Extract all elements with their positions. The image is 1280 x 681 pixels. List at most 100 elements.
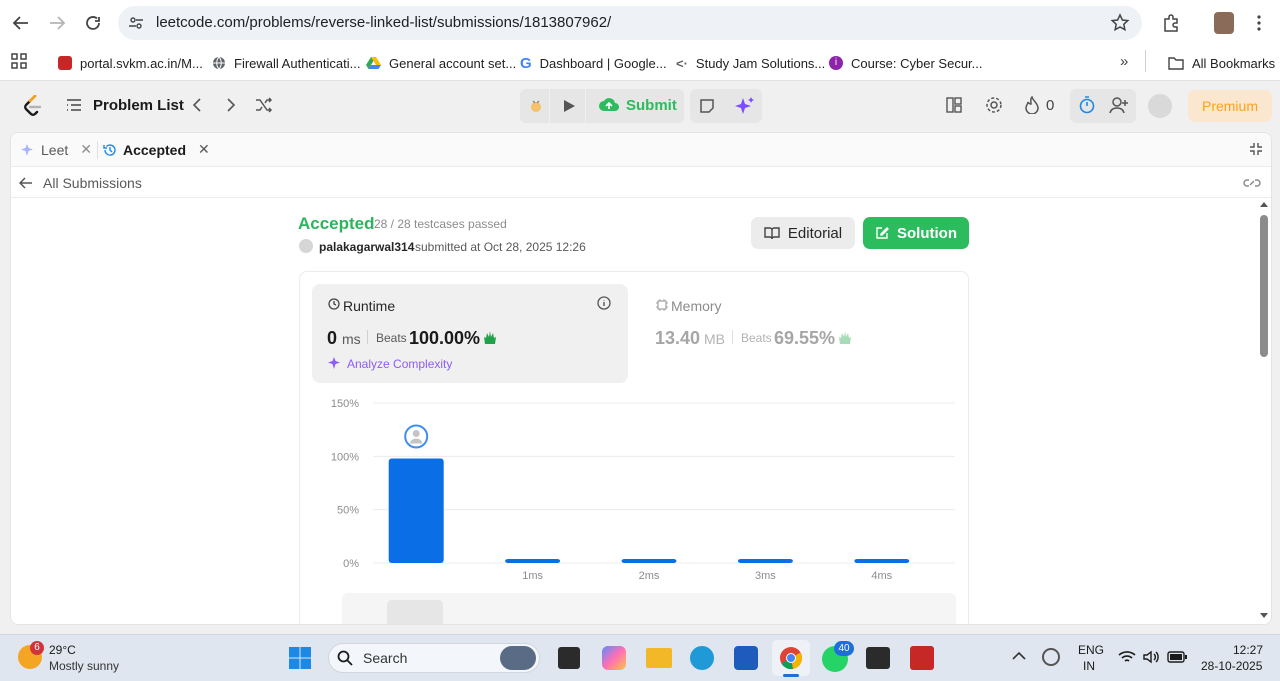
chart-bar[interactable] [737,559,793,563]
language-bottom[interactable]: IN [1083,659,1095,673]
all-submissions-link[interactable]: All Submissions [19,175,142,191]
scrollbar[interactable] [1257,199,1271,624]
profile-avatar[interactable] [1214,12,1234,34]
chevron-up-icon[interactable] [1012,651,1026,661]
celebrate-hands-icon [837,330,853,346]
debug-icon[interactable] [528,98,544,114]
terminal-icon[interactable] [866,647,890,669]
run-play-icon[interactable] [562,98,576,114]
leetcode-logo-icon[interactable] [22,95,42,117]
runtime-distribution-chart[interactable]: 150% 100% 50% 0% 1ms 2ms 3ms 4ms [311,389,961,581]
active-indicator [783,674,799,677]
bookmark-star-icon[interactable] [1110,13,1130,33]
runtime-unit: ms [342,331,361,347]
chart-bar[interactable] [854,559,910,563]
edge-icon[interactable] [690,646,714,670]
add-friend-icon[interactable] [1109,96,1129,114]
browser-menu-icon[interactable] [1254,14,1264,32]
next-problem-icon[interactable] [224,97,238,113]
tab-accepted[interactable]: Accepted ✕ [103,141,210,158]
divider [732,330,733,344]
testcases-passed: 28 / 28 testcases passed [374,217,507,231]
tab-leet[interactable]: Leet ✕ [21,141,92,158]
apps-grid-icon[interactable] [10,52,28,70]
ai-sparkle-icon[interactable] [735,96,755,116]
task-view-icon[interactable] [558,647,580,669]
submission-panel: Leet ✕ Accepted ✕ All Submissions Accept… [10,132,1272,625]
language-top[interactable]: ENG [1078,643,1104,657]
chart-y-tick-label: 0% [343,558,359,570]
prev-problem-icon[interactable] [190,97,204,113]
portal-icon [58,56,72,70]
bookmark-general-account[interactable]: General account set... [366,52,516,74]
back-arrow-icon[interactable] [12,14,30,32]
notes-icon[interactable] [699,98,715,114]
memory-chip-icon [656,299,668,311]
reload-icon[interactable] [84,14,102,32]
site-info-icon[interactable] [128,15,144,31]
copilot-icon[interactable] [602,646,626,670]
chart-bar[interactable] [621,559,677,563]
copy-link-icon[interactable] [1243,176,1261,190]
clock-date[interactable]: 28-10-2025 [1201,659,1262,673]
premium-button[interactable]: Premium [1188,90,1272,122]
app-icon[interactable] [910,646,934,670]
forward-arrow-icon[interactable] [48,14,66,32]
close-tab-icon[interactable]: ✕ [198,141,210,158]
clock-time[interactable]: 12:27 [1233,643,1263,657]
scroll-thumb[interactable] [1260,215,1268,357]
shuffle-icon[interactable] [255,97,273,113]
all-bookmarks[interactable]: All Bookmarks [1168,52,1275,74]
windows-start-icon[interactable] [288,646,312,670]
chrome-icon[interactable] [779,646,803,670]
scroll-down-icon[interactable] [1260,613,1268,619]
file-explorer-icon[interactable] [646,648,672,668]
weather-desc[interactable]: Mostly sunny [49,659,119,673]
bookmark-study-jam[interactable]: <· Study Jam Solutions... [676,52,825,74]
bookmark-dashboard[interactable]: G Dashboard | Google... [520,52,667,74]
extensions-icon[interactable] [1161,13,1181,33]
store-icon[interactable] [734,646,758,670]
editorial-button[interactable]: Editorial [751,217,855,249]
search-highlight-icon[interactable] [500,646,536,670]
runtime-title: Runtime [343,298,396,314]
info-icon[interactable] [597,296,611,310]
close-tab-icon[interactable]: ✕ [80,141,92,158]
timer-icon[interactable] [1078,96,1096,114]
submit-button[interactable]: Submit [598,96,677,114]
bookmark-portal[interactable]: portal.svkm.ac.in/M... [58,52,203,74]
url-text[interactable]: leetcode.com/problems/reverse-linked-lis… [156,14,611,31]
battery-icon[interactable] [1167,651,1187,663]
problem-list-icon[interactable] [66,98,82,112]
bookmark-firewall[interactable]: Firewall Authenticati... [212,52,360,74]
cloud-upload-icon [598,96,620,114]
chart-x-tick-label: 2ms [639,570,660,581]
network-globe-icon[interactable] [1042,648,1060,666]
layout-icon[interactable] [946,97,962,113]
analyze-complexity-link[interactable]: Analyze Complexity [347,357,452,371]
bookmark-course[interactable]: i Course: Cyber Secur... [829,52,983,74]
scroll-up-icon[interactable] [1260,201,1268,207]
memory-beats-value: 69.55% [774,328,836,348]
taskbar-search-label: Search [363,650,408,666]
problem-list-link[interactable]: Problem List [93,97,184,114]
solution-button[interactable]: Solution [863,217,969,249]
chart-bar[interactable] [388,458,444,563]
streak-counter[interactable]: 0 [1024,96,1054,114]
submitter-avatar [299,239,313,253]
weather-temp[interactable]: 29°C [49,643,76,657]
volume-icon[interactable] [1143,650,1161,664]
settings-gear-icon[interactable] [985,96,1003,114]
submitter-name[interactable]: palakagarwal314 [319,240,414,254]
weather-badge: 6 [30,641,44,655]
runtime-beats-value: 100.00% [409,328,481,348]
chart-bar[interactable] [505,559,561,563]
user-avatar[interactable] [1148,94,1172,118]
collapse-panel-icon[interactable] [1249,142,1263,156]
runtime-value: 0 [327,328,338,348]
history-icon [103,143,117,157]
sparkle-icon [21,143,35,157]
sub-navigation [11,168,1271,198]
wifi-icon[interactable] [1118,650,1136,664]
more-bookmarks-icon[interactable]: » [1120,53,1128,70]
